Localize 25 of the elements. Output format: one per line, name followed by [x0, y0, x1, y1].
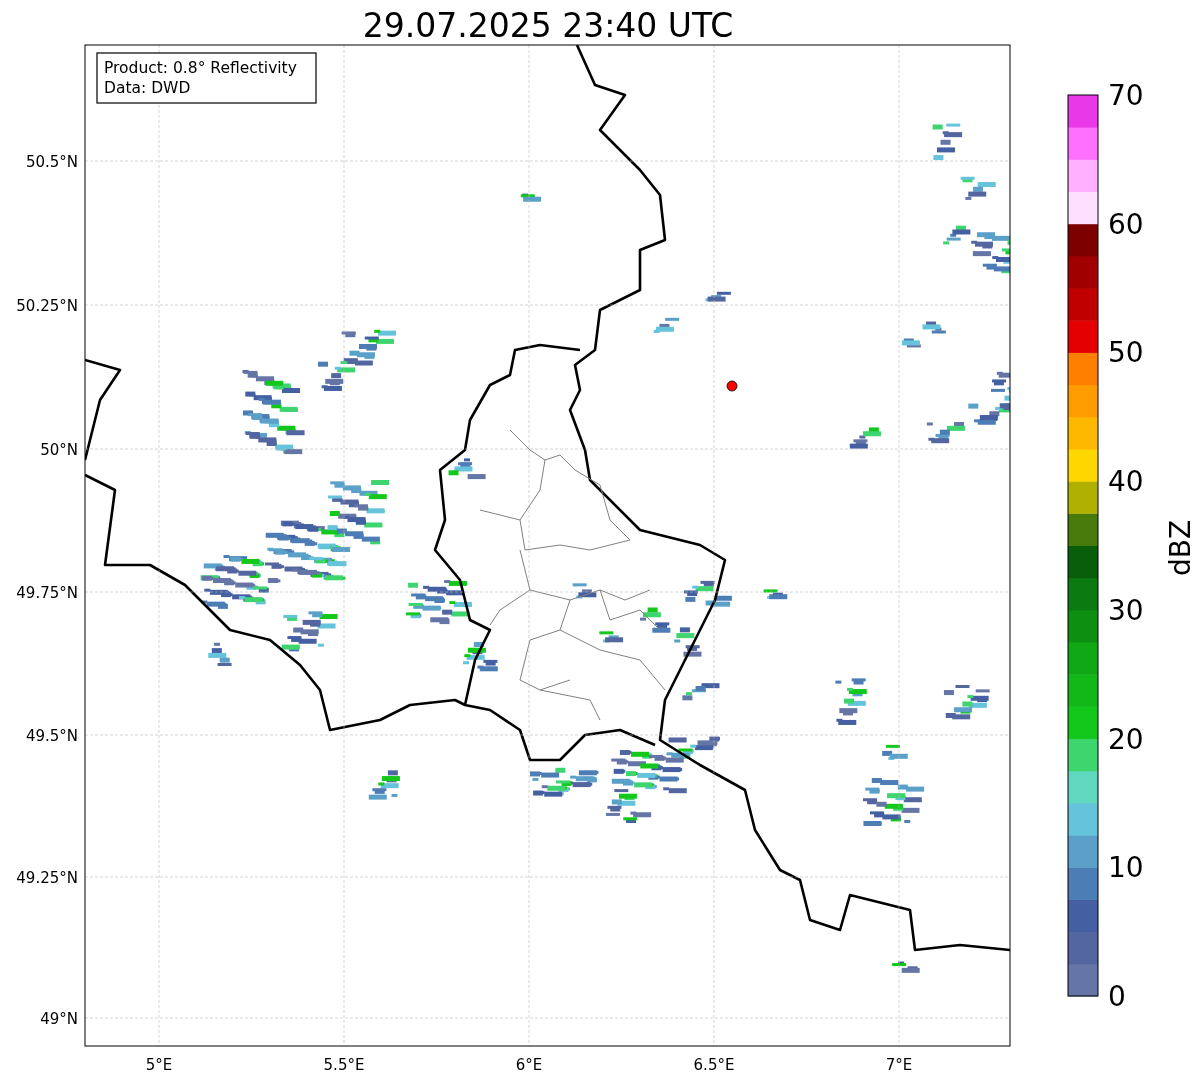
chart-title: 29.07.2025 23:40 UTC — [362, 6, 734, 45]
colorbar-tick-label: 40 — [1108, 465, 1144, 499]
x-tick-label: 6.5°E — [693, 1056, 735, 1074]
colorbar-tick-label: 50 — [1108, 336, 1144, 370]
info-text: Data: DWD — [104, 79, 191, 97]
colorbar-tick-label: 20 — [1108, 722, 1144, 756]
y-tick-label: 50°N — [40, 441, 78, 459]
x-tick-label: 6°E — [515, 1056, 543, 1074]
y-tick-label: 49°N — [40, 1010, 78, 1028]
colorbar-tick-label: 60 — [1108, 207, 1144, 241]
y-tick-label: 49.5°N — [25, 727, 78, 745]
y-tick-label: 50.25°N — [16, 297, 78, 315]
site-marker — [726, 380, 738, 392]
info-text: Product: 0.8° Reflectivity — [104, 59, 297, 77]
x-tick-label: 7°E — [885, 1056, 913, 1074]
colorbar-tick-label: 0 — [1108, 980, 1126, 1013]
colorbar-label: dBZ — [1164, 519, 1197, 577]
y-tick-label: 49.25°N — [16, 869, 78, 887]
colorbar-tick-label: 30 — [1108, 593, 1144, 627]
y-tick-label: 50.5°N — [25, 153, 78, 171]
x-tick-label: 5.5°E — [323, 1056, 365, 1074]
colorbar-tick-label: 10 — [1108, 851, 1144, 885]
colorbar-tick-label: 70 — [1108, 79, 1144, 112]
y-tick-label: 49.75°N — [16, 584, 78, 602]
x-tick-label: 5°E — [145, 1056, 173, 1074]
